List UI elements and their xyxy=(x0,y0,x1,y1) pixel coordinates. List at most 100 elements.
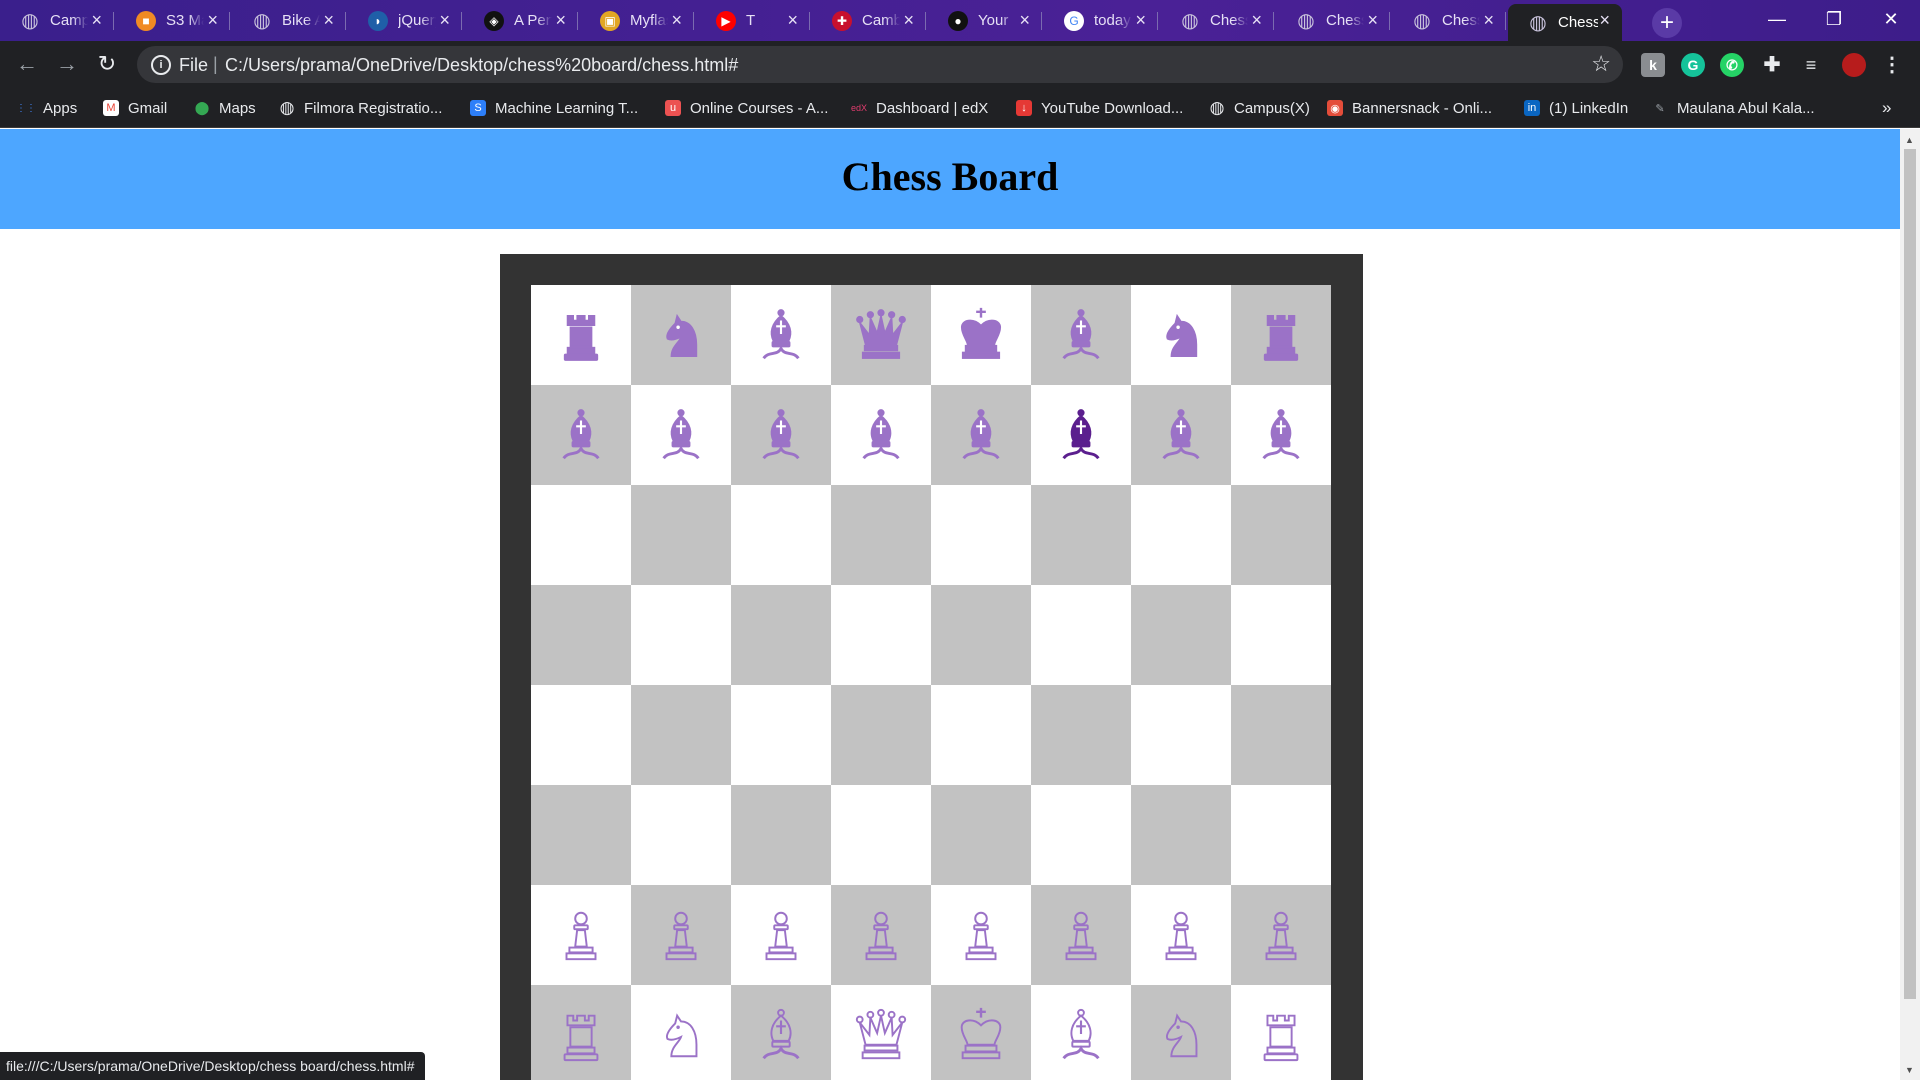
board-square[interactable] xyxy=(931,985,1031,1080)
tab-close-icon[interactable]: × xyxy=(1483,10,1494,31)
board-square[interactable] xyxy=(731,485,831,585)
board-square[interactable] xyxy=(531,685,631,785)
address-bar[interactable]: i File | C:/Users/prama/OneDrive/Desktop… xyxy=(137,46,1623,83)
media-control-icon[interactable]: ≡ xyxy=(1799,53,1823,77)
board-square[interactable] xyxy=(1031,485,1131,585)
knight-icon[interactable] xyxy=(652,306,710,364)
new-tab-button[interactable]: + xyxy=(1652,8,1682,38)
board-square[interactable] xyxy=(1031,885,1131,985)
bookmark-item[interactable]: edX Dashboard | edX xyxy=(851,97,988,119)
bishop-icon[interactable] xyxy=(552,406,610,464)
board-square[interactable] xyxy=(631,385,731,485)
board-square[interactable] xyxy=(731,785,831,885)
bookmark-item[interactable]: in (1) LinkedIn xyxy=(1524,97,1628,119)
tab[interactable]: ■ S3 Management× xyxy=(116,4,230,37)
info-icon[interactable]: i xyxy=(151,55,171,75)
board-square[interactable] xyxy=(831,385,931,485)
board-square[interactable] xyxy=(731,585,831,685)
bookmark-item[interactable]: ◉ Bannersnack - Onli... xyxy=(1327,97,1492,119)
close-window-button[interactable]: ✕ xyxy=(1862,0,1920,41)
pawn-icon[interactable] xyxy=(652,906,710,964)
bookmark-item[interactable]: ◍ Filmora Registratio... xyxy=(279,97,443,119)
board-square[interactable] xyxy=(831,685,931,785)
forward-button[interactable]: → xyxy=(53,50,81,78)
bishop-icon[interactable] xyxy=(1252,406,1310,464)
tab[interactable]: ✚ Cambridge× xyxy=(812,4,926,37)
tab-close-icon[interactable]: × xyxy=(555,10,566,31)
extension-icon[interactable]: k xyxy=(1641,53,1665,77)
board-square[interactable] xyxy=(931,485,1031,585)
tab-close-icon[interactable]: × xyxy=(1251,10,1262,31)
back-button[interactable]: ← xyxy=(13,50,41,78)
bookmarks-overflow-button[interactable]: » xyxy=(1882,97,1891,119)
pawn-icon[interactable] xyxy=(852,906,910,964)
tab[interactable]: ◍ Campus× xyxy=(0,4,114,37)
king-icon[interactable] xyxy=(952,306,1010,364)
board-square[interactable] xyxy=(1231,585,1331,685)
rook-icon[interactable] xyxy=(1252,1006,1310,1064)
board-square[interactable] xyxy=(531,285,631,385)
tab-close-icon[interactable]: × xyxy=(91,10,102,31)
restore-button[interactable]: ❐ xyxy=(1805,0,1863,41)
board-square[interactable] xyxy=(1131,685,1231,785)
board-square[interactable] xyxy=(1131,485,1231,585)
board-square[interactable] xyxy=(1231,885,1331,985)
board-square[interactable] xyxy=(931,785,1031,885)
board-square[interactable] xyxy=(1231,485,1331,585)
board-square[interactable] xyxy=(631,285,731,385)
board-square[interactable] xyxy=(1131,785,1231,885)
tab[interactable]: ◍ Chess× xyxy=(1392,4,1506,37)
bookmark-star-icon[interactable]: ☆ xyxy=(1591,51,1611,77)
profile-avatar[interactable] xyxy=(1842,53,1866,77)
knight-icon[interactable] xyxy=(1152,306,1210,364)
tab-close-icon[interactable]: × xyxy=(207,10,218,31)
bookmark-item[interactable]: M Gmail xyxy=(103,97,167,119)
pawn-icon[interactable] xyxy=(952,906,1010,964)
tab[interactable]: ▣ Myflask× xyxy=(580,4,694,37)
bishop-icon[interactable] xyxy=(1052,306,1110,364)
board-square[interactable] xyxy=(531,985,631,1080)
tab-close-icon[interactable]: × xyxy=(1367,10,1378,31)
board-square[interactable] xyxy=(1231,285,1331,385)
bookmark-item[interactable]: S Machine Learning T... xyxy=(470,97,638,119)
tab-close-icon[interactable]: × xyxy=(1135,10,1146,31)
tab-active[interactable]: ◍ Chess × xyxy=(1508,4,1622,41)
bishop-icon[interactable] xyxy=(752,1006,810,1064)
board-square[interactable] xyxy=(1231,985,1331,1080)
pawn-icon[interactable] xyxy=(1152,906,1210,964)
board-square[interactable] xyxy=(931,885,1031,985)
board-square[interactable] xyxy=(931,585,1031,685)
tab-close-icon[interactable]: × xyxy=(1019,10,1030,31)
board-square[interactable] xyxy=(1031,685,1131,785)
board-square[interactable] xyxy=(931,285,1031,385)
board-square[interactable] xyxy=(731,685,831,785)
tab[interactable]: ◍ Chess× xyxy=(1276,4,1390,37)
tab[interactable]: ◍ Chess× xyxy=(1160,4,1274,37)
board-square[interactable] xyxy=(631,985,731,1080)
knight-icon[interactable] xyxy=(652,1006,710,1064)
tab-close-icon[interactable]: × xyxy=(787,10,798,31)
king-icon[interactable] xyxy=(952,1006,1010,1064)
bookmark-item[interactable]: ↓ YouTube Download... xyxy=(1016,97,1183,119)
bishop-icon[interactable] xyxy=(652,406,710,464)
tab[interactable]: Gtoday × xyxy=(1044,4,1158,37)
board-square[interactable] xyxy=(831,285,931,385)
board-square[interactable] xyxy=(531,385,631,485)
board-square[interactable] xyxy=(1231,785,1331,885)
board-square[interactable] xyxy=(731,885,831,985)
vertical-scrollbar[interactable]: ▲ ▼ xyxy=(1900,129,1920,1080)
rook-icon[interactable] xyxy=(552,306,610,364)
board-square[interactable] xyxy=(831,785,931,885)
pawn-icon[interactable] xyxy=(552,906,610,964)
board-square[interactable] xyxy=(831,985,931,1080)
rook-icon[interactable] xyxy=(552,1006,610,1064)
bishop-icon[interactable] xyxy=(1152,406,1210,464)
scroll-down-arrow-icon[interactable]: ▼ xyxy=(1905,1065,1914,1075)
board-square[interactable] xyxy=(731,385,831,485)
tab[interactable]: ◗ jQuery× xyxy=(348,4,462,37)
bookmark-item[interactable]: ✎ Maulana Abul Kala... xyxy=(1652,97,1814,119)
menu-kebab-icon[interactable]: ⋮ xyxy=(1880,53,1904,77)
board-square[interactable] xyxy=(731,985,831,1080)
tab-close-icon[interactable]: × xyxy=(323,10,334,31)
board-square[interactable] xyxy=(1031,285,1131,385)
